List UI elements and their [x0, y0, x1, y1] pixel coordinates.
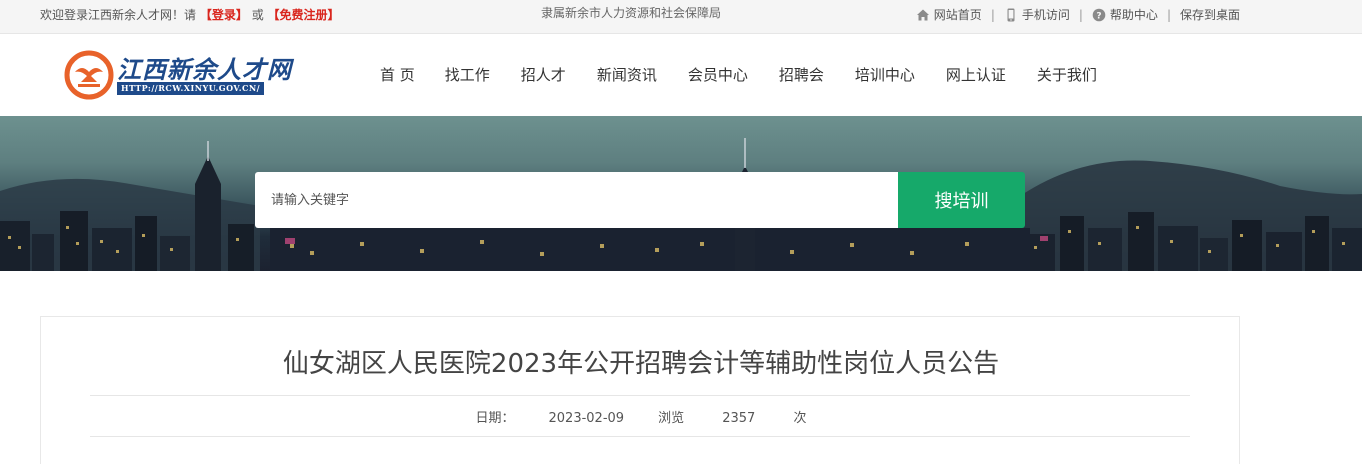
- nav-item-training-center[interactable]: 培训中心: [855, 64, 915, 85]
- logo-title: 江西新余人才网: [117, 55, 292, 84]
- search-input[interactable]: [255, 172, 899, 228]
- home-icon: [916, 9, 929, 20]
- hero-banner: 搜培训: [0, 116, 1362, 271]
- site-header: 江西新余人才网 HTTP://RCW.XINYU.GOV.CN/ 首 页 找工作…: [0, 34, 1362, 116]
- date-value: 2023-02-09: [548, 411, 625, 426]
- article-views: 浏览 2357 次: [658, 411, 806, 426]
- meta-divider: [90, 436, 1190, 437]
- nav-item-news[interactable]: 新闻资讯: [597, 64, 657, 85]
- top-links: 网站首页 | 手机访问 | ? 帮助中心 | 保存到桌面: [916, 6, 1240, 23]
- nav-item-job-fair[interactable]: 招聘会: [779, 64, 824, 85]
- site-logo[interactable]: 江西新余人才网 HTTP://RCW.XINYU.GOV.CN/: [64, 48, 294, 102]
- views-label: 浏览: [658, 411, 685, 426]
- nav-item-member-center[interactable]: 会员中心: [688, 64, 748, 85]
- nav-item-find-job[interactable]: 找工作: [445, 64, 490, 85]
- views-count: 2357: [722, 411, 756, 426]
- title-divider: [90, 395, 1190, 396]
- nav-item-online-certification[interactable]: 网上认证: [946, 64, 1006, 85]
- separator: |: [1166, 7, 1171, 22]
- separator: |: [1078, 7, 1083, 22]
- svg-text:?: ?: [1096, 11, 1101, 21]
- separator: |: [990, 7, 995, 22]
- article-meta: 日期： 2023-02-09 浏览 2357 次: [41, 407, 1241, 426]
- nav-item-home[interactable]: 首 页: [380, 64, 415, 85]
- mobile-icon: [1007, 8, 1015, 21]
- article-title: 仙女湖区人民医院2023年公开招聘会计等辅助性岗位人员公告: [282, 349, 1000, 379]
- home-link[interactable]: 网站首页: [916, 6, 982, 23]
- logo-url: HTTP://RCW.XINYU.GOV.CN/: [117, 82, 265, 95]
- article-card: 仙女湖区人民医院2023年公开招聘会计等辅助性岗位人员公告 日期： 2023-02…: [40, 316, 1240, 464]
- home-link-label: 网站首页: [933, 8, 982, 22]
- article-date: 日期： 2023-02-09: [476, 411, 625, 426]
- main-nav: 首 页 找工作 招人才 新闻资讯 会员中心 招聘会 培训中心 网上认证 关于我们: [380, 64, 1097, 85]
- save-desktop-link[interactable]: 保存到桌面: [1180, 6, 1240, 23]
- search-box: 搜培训: [255, 172, 1025, 228]
- logo-emblem-icon: [64, 50, 114, 100]
- search-training-button[interactable]: 搜培训: [898, 172, 1025, 228]
- mobile-link[interactable]: 手机访问: [1004, 6, 1070, 23]
- mobile-link-label: 手机访问: [1021, 8, 1070, 22]
- nav-item-recruit-talent[interactable]: 招人才: [521, 64, 566, 85]
- date-label: 日期：: [475, 411, 515, 426]
- help-link-label: 帮助中心: [1109, 8, 1158, 22]
- help-icon: ?: [1092, 8, 1106, 21]
- nav-item-about-us[interactable]: 关于我们: [1037, 64, 1097, 85]
- top-bar: 欢迎登录江西新余人才网！请 【登录】 或 【免费注册】 隶属新余市人力资源和社会…: [0, 0, 1362, 34]
- save-desktop-label: 保存到桌面: [1179, 8, 1240, 22]
- help-link[interactable]: ? 帮助中心: [1092, 6, 1158, 23]
- views-unit: 次: [793, 411, 807, 426]
